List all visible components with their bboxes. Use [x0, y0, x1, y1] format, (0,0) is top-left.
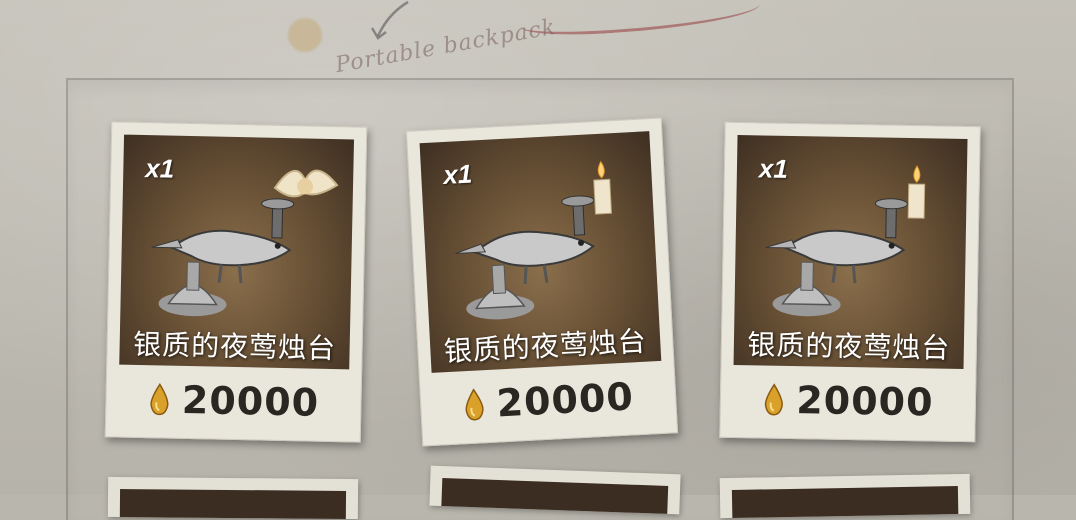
item-art: x1 银质的夜莺烛台 — [733, 135, 968, 369]
item-card[interactable]: x1 银质的夜莺烛台 20000 — [719, 121, 981, 443]
item-price: 20000 — [181, 377, 320, 425]
item-quantity: x1 — [145, 153, 175, 184]
winged-ornament-icon — [273, 169, 339, 198]
oil-drop-icon — [465, 388, 485, 421]
item-art: x1 银质的夜莺烛台 — [419, 131, 662, 373]
item-card[interactable]: x1 银质的夜莺烛台 20000 — [104, 121, 368, 443]
item-art-partial — [119, 489, 347, 519]
item-art-partial — [731, 486, 959, 518]
candle-icon — [907, 165, 926, 219]
item-card[interactable]: x1 银质的夜莺烛台 20000 — [405, 117, 679, 447]
item-art: x1 银质的夜莺烛台 — [119, 134, 355, 370]
item-quantity: x1 — [442, 158, 473, 191]
item-quantity: x1 — [758, 153, 789, 184]
item-price-row: 20000 — [420, 372, 676, 429]
candle-icon — [593, 160, 613, 215]
oil-drop-icon — [765, 383, 784, 416]
item-price-row: 20000 — [721, 377, 976, 425]
item-card-partial[interactable] — [107, 476, 359, 520]
item-name: 银质的夜莺烛台 — [747, 329, 951, 364]
item-card-partial[interactable] — [719, 473, 971, 519]
paper-stain — [288, 18, 322, 52]
item-price: 20000 — [795, 378, 934, 425]
item-price: 20000 — [495, 374, 635, 426]
item-name: 银质的夜莺烛台 — [132, 328, 337, 365]
item-price-row: 20000 — [106, 376, 361, 425]
oil-drop-icon — [150, 383, 169, 416]
